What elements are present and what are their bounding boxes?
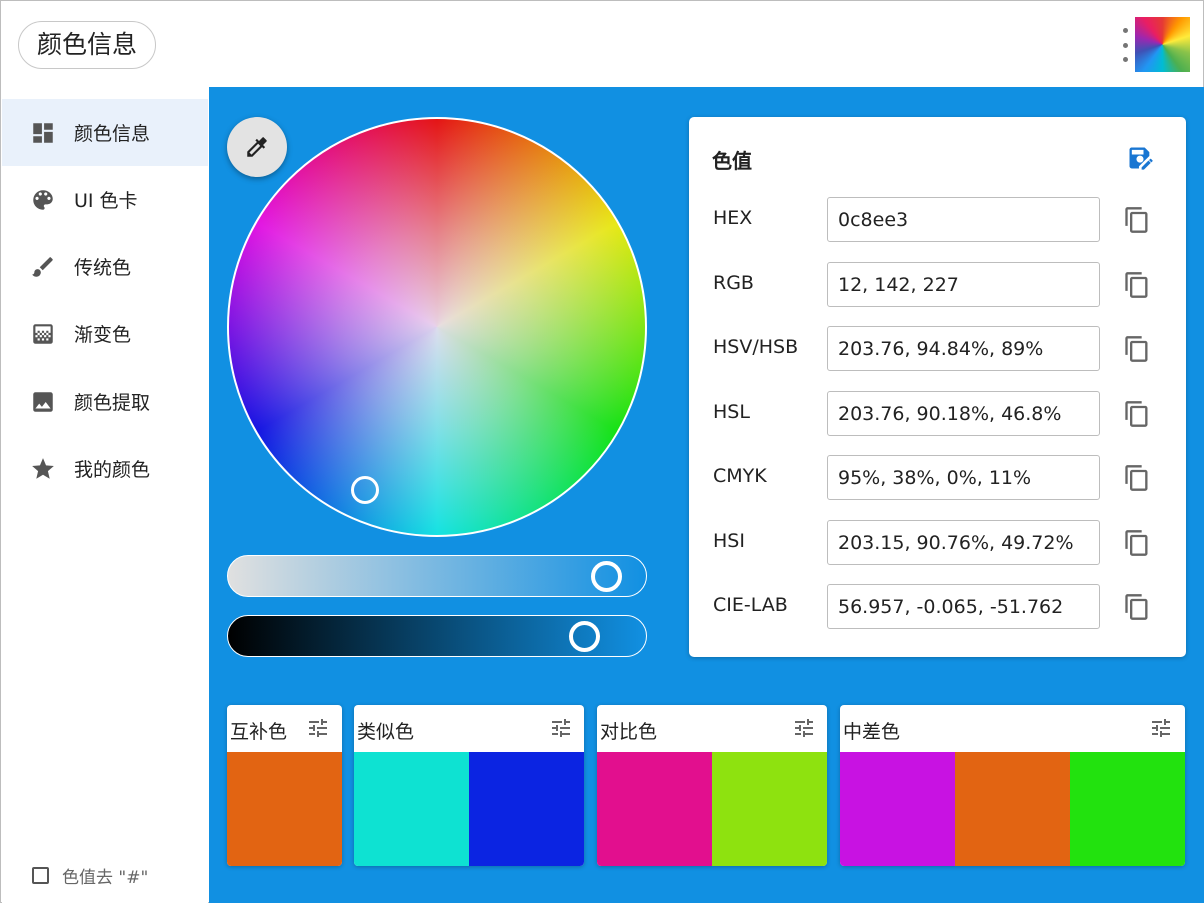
values-title: 色值 xyxy=(712,149,752,173)
page-title[interactable]: 颜色信息 xyxy=(18,21,157,69)
save-edit-icon xyxy=(1129,147,1153,170)
value-label: CMYK xyxy=(713,465,767,487)
color-swatch[interactable] xyxy=(354,752,469,866)
brush-icon xyxy=(30,254,56,280)
tune-icon[interactable] xyxy=(548,715,574,741)
copy-icon[interactable] xyxy=(1121,269,1153,301)
color-swatch[interactable] xyxy=(840,752,955,866)
value-row-hsi: HSI xyxy=(689,520,1186,566)
color-wheel-handle[interactable] xyxy=(351,476,379,504)
value-row-hsl: HSL xyxy=(689,391,1186,437)
dashboard-icon xyxy=(30,120,56,146)
hsv-input[interactable] xyxy=(827,326,1100,371)
scheme-title: 中差色 xyxy=(843,721,901,743)
copy-icon[interactable] xyxy=(1121,591,1153,623)
scheme-swatches xyxy=(597,752,827,866)
scheme-complementary: 互补色 xyxy=(227,705,342,866)
image-icon xyxy=(30,389,56,415)
saturation-slider-handle[interactable] xyxy=(590,561,622,592)
tune-icon[interactable] xyxy=(305,715,331,741)
strip-hash-checkbox[interactable] xyxy=(32,867,49,884)
sidebar-item-traditional-colors[interactable]: 传统色 xyxy=(2,233,208,300)
header: 颜色信息 xyxy=(1,1,1203,87)
sidebar-item-gradients[interactable]: 渐变色 xyxy=(2,300,208,367)
color-values-card: 色值 HEX RGB HSV/HSB HSL xyxy=(689,117,1186,657)
sidebar-item-color-info[interactable]: 颜色信息 xyxy=(2,99,208,166)
scheme-title: 互补色 xyxy=(230,721,288,743)
save-color-button[interactable] xyxy=(1123,141,1157,175)
sidebar-item-ui-palette[interactable]: UI 色卡 xyxy=(2,166,208,233)
color-swatch[interactable] xyxy=(227,752,342,866)
value-label: RGB xyxy=(713,272,754,294)
app-logo xyxy=(1135,17,1190,72)
eyedropper-icon xyxy=(247,137,267,157)
color-wheel-surface[interactable] xyxy=(227,117,647,537)
tune-icon[interactable] xyxy=(1148,715,1174,741)
sidebar-item-label: 颜色信息 xyxy=(74,123,151,145)
scheme-title: 类似色 xyxy=(357,721,415,743)
value-row-cmyk: CMYK xyxy=(689,455,1186,501)
brightness-slider-handle[interactable] xyxy=(568,621,600,652)
sidebar-item-label: 我的颜色 xyxy=(74,459,151,481)
color-wheel[interactable] xyxy=(227,117,647,537)
value-label: HSV/HSB xyxy=(713,336,799,358)
palette-icon xyxy=(30,187,56,213)
sidebar-item-color-extract[interactable]: 颜色提取 xyxy=(2,368,208,435)
color-swatch[interactable] xyxy=(597,752,712,866)
more-menu-icon[interactable] xyxy=(1119,28,1131,62)
strip-hash-option[interactable]: 色值去 "#" xyxy=(32,863,148,888)
scheme-medium-difference: 中差色 xyxy=(840,705,1185,866)
value-row-rgb: RGB xyxy=(689,262,1186,308)
value-label: HSL xyxy=(713,401,750,423)
sidebar-item-my-colors[interactable]: 我的颜色 xyxy=(2,435,208,502)
value-row-hex: HEX xyxy=(689,197,1186,243)
color-swatch[interactable] xyxy=(469,752,584,866)
scheme-swatches xyxy=(227,752,342,866)
color-swatch[interactable] xyxy=(1070,752,1185,866)
color-swatch[interactable] xyxy=(712,752,827,866)
hex-input[interactable] xyxy=(827,197,1100,242)
gradient-icon xyxy=(30,321,56,347)
app-window: 颜色信息 颜色信息 UI 色卡 传统色 渐变色 颜色提取 我的颜色 色值去 "#… xyxy=(0,0,1204,903)
hsl-input[interactable] xyxy=(827,391,1100,436)
value-label: HEX xyxy=(713,207,753,229)
cielab-input[interactable] xyxy=(827,584,1100,629)
rgb-input[interactable] xyxy=(827,262,1100,307)
eyedropper-button[interactable] xyxy=(227,117,287,177)
color-swatch[interactable] xyxy=(955,752,1070,866)
sidebar-item-label: 传统色 xyxy=(74,257,132,279)
scheme-swatches xyxy=(840,752,1185,866)
value-label: CIE-LAB xyxy=(713,594,788,616)
tune-icon[interactable] xyxy=(791,715,817,741)
value-row-cielab: CIE-LAB xyxy=(689,584,1186,630)
main-panel: 色值 HEX RGB HSV/HSB HSL xyxy=(209,87,1204,903)
scheme-contrast: 对比色 xyxy=(597,705,827,866)
star-icon xyxy=(30,456,56,482)
sidebar-item-label: 颜色提取 xyxy=(74,392,151,414)
sidebar-item-label: 渐变色 xyxy=(74,324,132,346)
saturation-slider[interactable] xyxy=(227,555,647,597)
cmyk-input[interactable] xyxy=(827,455,1100,500)
scheme-swatches xyxy=(354,752,584,866)
copy-icon[interactable] xyxy=(1121,333,1153,365)
brightness-slider[interactable] xyxy=(227,615,647,657)
scheme-title: 对比色 xyxy=(600,721,658,743)
sidebar: 颜色信息 UI 色卡 传统色 渐变色 颜色提取 我的颜色 色值去 "#" xyxy=(2,87,208,903)
copy-icon[interactable] xyxy=(1121,204,1153,236)
value-label: HSI xyxy=(713,530,745,552)
copy-icon[interactable] xyxy=(1121,527,1153,559)
copy-icon[interactable] xyxy=(1121,462,1153,494)
sidebar-item-label: UI 色卡 xyxy=(74,190,138,212)
value-row-hsv: HSV/HSB xyxy=(689,326,1186,372)
copy-icon[interactable] xyxy=(1121,398,1153,430)
strip-hash-label: 色值去 "#" xyxy=(62,868,149,888)
hsi-input[interactable] xyxy=(827,520,1100,565)
scheme-analogous: 类似色 xyxy=(354,705,584,866)
